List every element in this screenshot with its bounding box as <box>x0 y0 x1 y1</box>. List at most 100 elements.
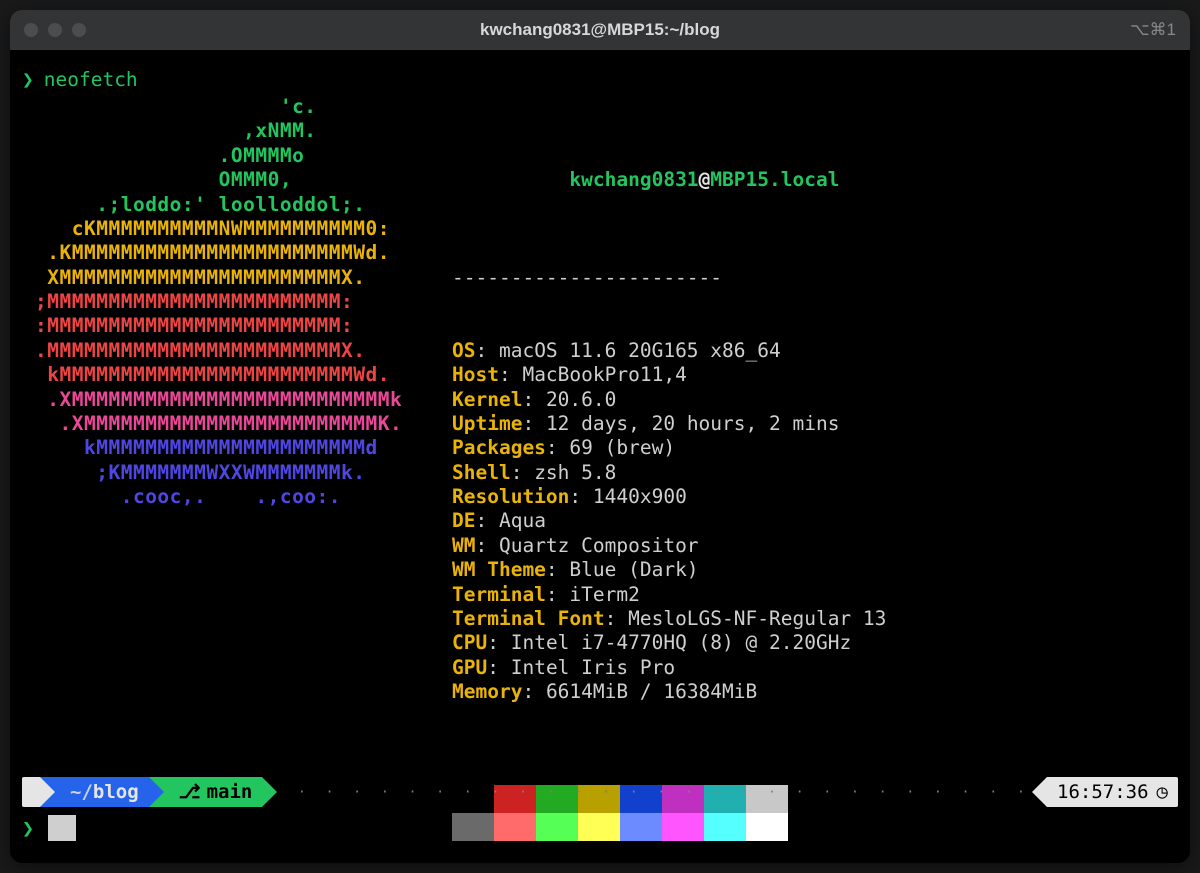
color-swatch <box>452 813 494 841</box>
info-colon: : <box>475 534 498 557</box>
info-colon: : <box>475 339 498 362</box>
branch-icon: ⎇ <box>179 781 201 803</box>
info-colon: : <box>487 631 510 654</box>
info-key: Uptime <box>452 412 522 435</box>
info-value: 1440x900 <box>593 485 687 508</box>
ascii-line: .XMMMMMMMMMMMMMMMMMMMMMMMMK. <box>22 412 452 436</box>
ascii-line: kMMMMMMMMMMMMMMMMMMMMMMd <box>22 436 452 460</box>
window-shortcut-hint: ⌥⌘1 <box>1130 20 1176 40</box>
info-row: WM: Quartz Compositor <box>452 534 886 558</box>
ascii-line: .MMMMMMMMMMMMMMMMMMMMMMMMX. <box>22 339 452 363</box>
info-key: Resolution <box>452 485 569 508</box>
zoom-button[interactable] <box>72 23 86 37</box>
powerline-os-segment <box>22 777 40 807</box>
input-prompt[interactable]: ❯ <box>22 815 76 841</box>
info-colon: : <box>499 363 522 386</box>
ascii-line: XMMMMMMMMMMMMMMMMMMMMMMMX. <box>22 266 452 290</box>
info-value: Aqua <box>499 509 546 532</box>
info-key: DE <box>452 509 475 532</box>
info-row: OS: macOS 11.6 20G165 x86_64 <box>452 339 886 363</box>
info-value: Intel i7-4770HQ (8) @ 2.20GHz <box>511 631 851 654</box>
info-row: Shell: zsh 5.8 <box>452 461 886 485</box>
powerline-time-segment: 16:57:36 ◷ <box>1047 777 1178 807</box>
titlebar: kwchang0831@MBP15:~/blog ⌥⌘1 <box>10 10 1190 50</box>
info-value: MacBookPro11,4 <box>522 363 686 386</box>
traffic-lights <box>24 23 86 37</box>
neofetch-output: 'c. ,xNMM. .OMMMMo OMMM0, .;loddo:' lool… <box>22 95 1178 863</box>
info-key: Memory <box>452 680 522 703</box>
info-row: Kernel: 20.6.0 <box>452 388 886 412</box>
color-swatch <box>620 813 662 841</box>
ascii-line: .XMMMMMMMMMMMMMMMMMMMMMMMMMMk <box>22 388 452 412</box>
info-colon: : <box>522 388 545 411</box>
info-value: zsh 5.8 <box>534 461 616 484</box>
info-key: Terminal <box>452 583 546 606</box>
info-value: 6614MiB / 16384MiB <box>546 680 757 703</box>
info-key: Kernel <box>452 388 522 411</box>
info-colon: : <box>522 412 545 435</box>
info-colon: : <box>522 680 545 703</box>
info-value: 69 (brew) <box>569 436 675 459</box>
info-row: Packages: 69 (brew) <box>452 436 886 460</box>
ascii-line: kMMMMMMMMMMMMMMMMMMMMMMMMWd. <box>22 363 452 387</box>
branch-name: main <box>207 781 253 803</box>
color-swatch <box>536 813 578 841</box>
ascii-line: .OMMMMo <box>22 144 452 168</box>
clock-icon: ◷ <box>1157 781 1168 803</box>
ascii-line: ;MMMMMMMMMMMMMMMMMMMMMMMM: <box>22 290 452 314</box>
cursor <box>48 815 76 841</box>
path-prefix: ~/ <box>70 781 93 803</box>
info-row: Memory: 6614MiB / 16384MiB <box>452 680 886 704</box>
ascii-logo: 'c. ,xNMM. .OMMMMo OMMM0, .;loddo:' lool… <box>22 95 452 509</box>
powerline-status: ~/blog ⎇ main · · · · · · · · · · · · · … <box>22 777 1178 807</box>
info-colon: : <box>487 656 510 679</box>
prompt-arrow-icon: ❯ <box>22 68 34 91</box>
info-user: kwchang0831 <box>569 168 698 191</box>
info-host: MBP15.local <box>710 168 839 191</box>
info-value: macOS 11.6 20G165 x86_64 <box>499 339 781 362</box>
prompt-arrow-icon: ❯ <box>22 816 34 840</box>
color-swatch <box>662 813 704 841</box>
info-value: Blue (Dark) <box>569 558 698 581</box>
info-row: DE: Aqua <box>452 509 886 533</box>
ascii-line: :MMMMMMMMMMMMMMMMMMMMMMMM: <box>22 314 452 338</box>
minimize-button[interactable] <box>48 23 62 37</box>
terminal-window: kwchang0831@MBP15:~/blog ⌥⌘1 ❯ neofetch … <box>10 10 1190 863</box>
powerline-git-segment: ⎇ main <box>149 777 263 807</box>
info-colon: : <box>546 558 569 581</box>
info-key: Terminal Font <box>452 607 605 630</box>
path-current: blog <box>93 781 139 803</box>
window-title: kwchang0831@MBP15:~/blog <box>10 20 1190 40</box>
color-swatch <box>746 813 788 841</box>
ascii-line: cKMMMMMMMMMMNWMMMMMMMMMM0: <box>22 217 452 241</box>
info-colon: : <box>605 607 628 630</box>
info-row: Host: MacBookPro11,4 <box>452 363 886 387</box>
ascii-line: .;loddo:' loolloddol;. <box>22 193 452 217</box>
info-row: Uptime: 12 days, 20 hours, 2 mins <box>452 412 886 436</box>
info-key: WM <box>452 534 475 557</box>
powerline-path-segment: ~/blog <box>40 777 149 807</box>
info-key: WM Theme <box>452 558 546 581</box>
color-swatch <box>494 813 536 841</box>
info-separator: ----------------------- <box>452 266 886 290</box>
color-swatch <box>578 813 620 841</box>
info-key: Host <box>452 363 499 386</box>
terminal-body[interactable]: ❯ neofetch 'c. ,xNMM. .OMMMMo OMMM0, .;l… <box>10 50 1190 863</box>
info-colon: : <box>475 509 498 532</box>
info-row: CPU: Intel i7-4770HQ (8) @ 2.20GHz <box>452 631 886 655</box>
info-value: iTerm2 <box>569 583 639 606</box>
close-button[interactable] <box>24 23 38 37</box>
info-colon: : <box>511 461 534 484</box>
info-colon: : <box>546 583 569 606</box>
command-line: ❯ neofetch <box>22 68 1178 91</box>
ascii-line: ;KMMMMMMMWXXWMMMMMMMk. <box>22 461 452 485</box>
info-key: GPU <box>452 656 487 679</box>
powerline-filler: · · · · · · · · · · · · · · · · · · · · … <box>262 785 1047 800</box>
info-key: CPU <box>452 631 487 654</box>
color-swatch <box>704 813 746 841</box>
info-header: kwchang0831@MBP15.local <box>452 144 886 217</box>
info-colon: : <box>569 485 592 508</box>
info-row: Terminal Font: MesloLGS-NF-Regular 13 <box>452 607 886 631</box>
command-text: neofetch <box>44 68 138 91</box>
ascii-line: .cooc,. .,coo:. <box>22 485 452 509</box>
